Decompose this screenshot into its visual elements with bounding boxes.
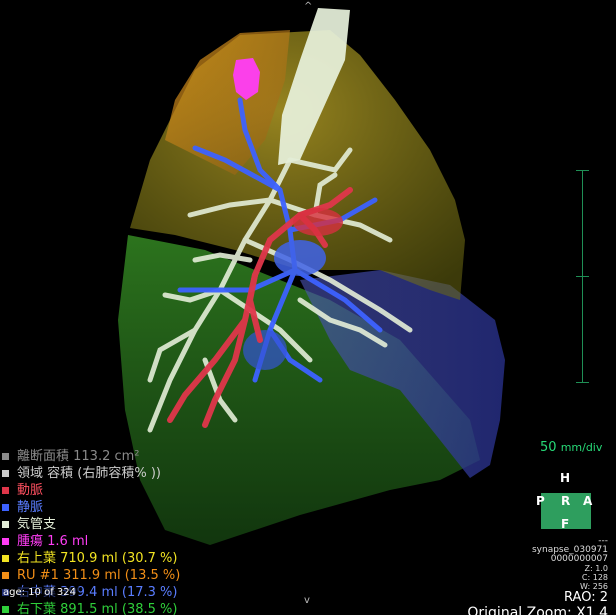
orientation-label-center: R — [561, 494, 571, 508]
legend-label: 動脈 — [17, 483, 44, 498]
legend-item[interactable]: RU #1 311.9 ml (13.5 %) — [0, 567, 180, 584]
legend-swatch — [2, 470, 9, 477]
legend-swatch — [2, 555, 9, 562]
legend-label: 静脈 — [17, 500, 44, 515]
legend-item[interactable]: 動脈 — [0, 482, 180, 499]
orientation-label-top: H — [560, 471, 571, 485]
orientation-label-right: A — [583, 494, 593, 508]
legend-swatch — [2, 487, 9, 494]
legend-item[interactable]: 右下葉 891.5 ml (38.5 %) — [0, 601, 180, 615]
scale-value: 50 — [540, 440, 557, 455]
legend-item[interactable]: 右上葉 710.9 ml (30.7 %) — [0, 550, 180, 567]
volume-rendering-viewport[interactable]: ^ v 50 mm/div H P R A F --- synapse_0309… — [0, 0, 616, 615]
orientation-label-bottom: F — [561, 517, 570, 531]
legend-label: 領域 容積 (右肺容積% )) — [17, 466, 161, 481]
scroll-down-arrow[interactable]: v — [304, 596, 310, 606]
legend-swatch — [2, 572, 9, 579]
artery-hilum — [293, 208, 343, 236]
legend-label: 腫瘍 1.6 ml — [17, 534, 89, 549]
scale-unit: mm/div — [560, 441, 603, 454]
legend-item[interactable]: 気管支 — [0, 516, 180, 533]
ruler-tick — [576, 170, 589, 171]
image-info-panel: --- synapse_030971 0000000007 Z: 1.0 C: … — [467, 537, 608, 615]
scale-label: 50 mm/div — [540, 440, 602, 455]
legend-swatch — [2, 521, 9, 528]
legend-swatch — [2, 453, 9, 460]
series-id: 0000000007 — [550, 554, 608, 564]
legend-label: 離断面積 113.2 cm² — [17, 449, 140, 464]
legend-swatch — [2, 606, 9, 613]
vein-confluence — [274, 240, 326, 276]
legend-label: 右上葉 710.9 ml (30.7 %) — [17, 551, 178, 566]
ruler-tick — [576, 382, 589, 383]
window-center: C: 128 — [581, 573, 608, 582]
legend-label: RU #1 311.9 ml (13.5 %) — [17, 568, 181, 583]
legend-swatch — [2, 538, 9, 545]
scroll-up-arrow[interactable]: ^ — [304, 2, 312, 12]
legend-label: 気管支 — [17, 517, 57, 532]
legend-swatch — [2, 504, 9, 511]
legend-item[interactable]: 腫瘍 1.6 ml — [0, 533, 180, 550]
vein-lower-confluence — [243, 330, 287, 370]
zoom-level: Original Zoom: X1.4 — [467, 605, 608, 615]
orientation-label-left: P — [536, 494, 545, 508]
view-direction: RAO: 2 — [564, 590, 608, 605]
legend-item[interactable]: 静脈 — [0, 499, 180, 516]
page-indicator: age: 10 of 324 — [0, 587, 79, 598]
legend-item[interactable]: 離断面積 113.2 cm² — [0, 448, 180, 465]
ruler-tick — [576, 276, 589, 277]
scale-ruler — [573, 170, 593, 384]
legend-item[interactable]: 領域 容積 (右肺容積% )) — [0, 465, 180, 482]
slice-thickness: Z: 1.0 — [584, 564, 608, 573]
legend-label: 右下葉 891.5 ml (38.5 %) — [17, 602, 178, 615]
